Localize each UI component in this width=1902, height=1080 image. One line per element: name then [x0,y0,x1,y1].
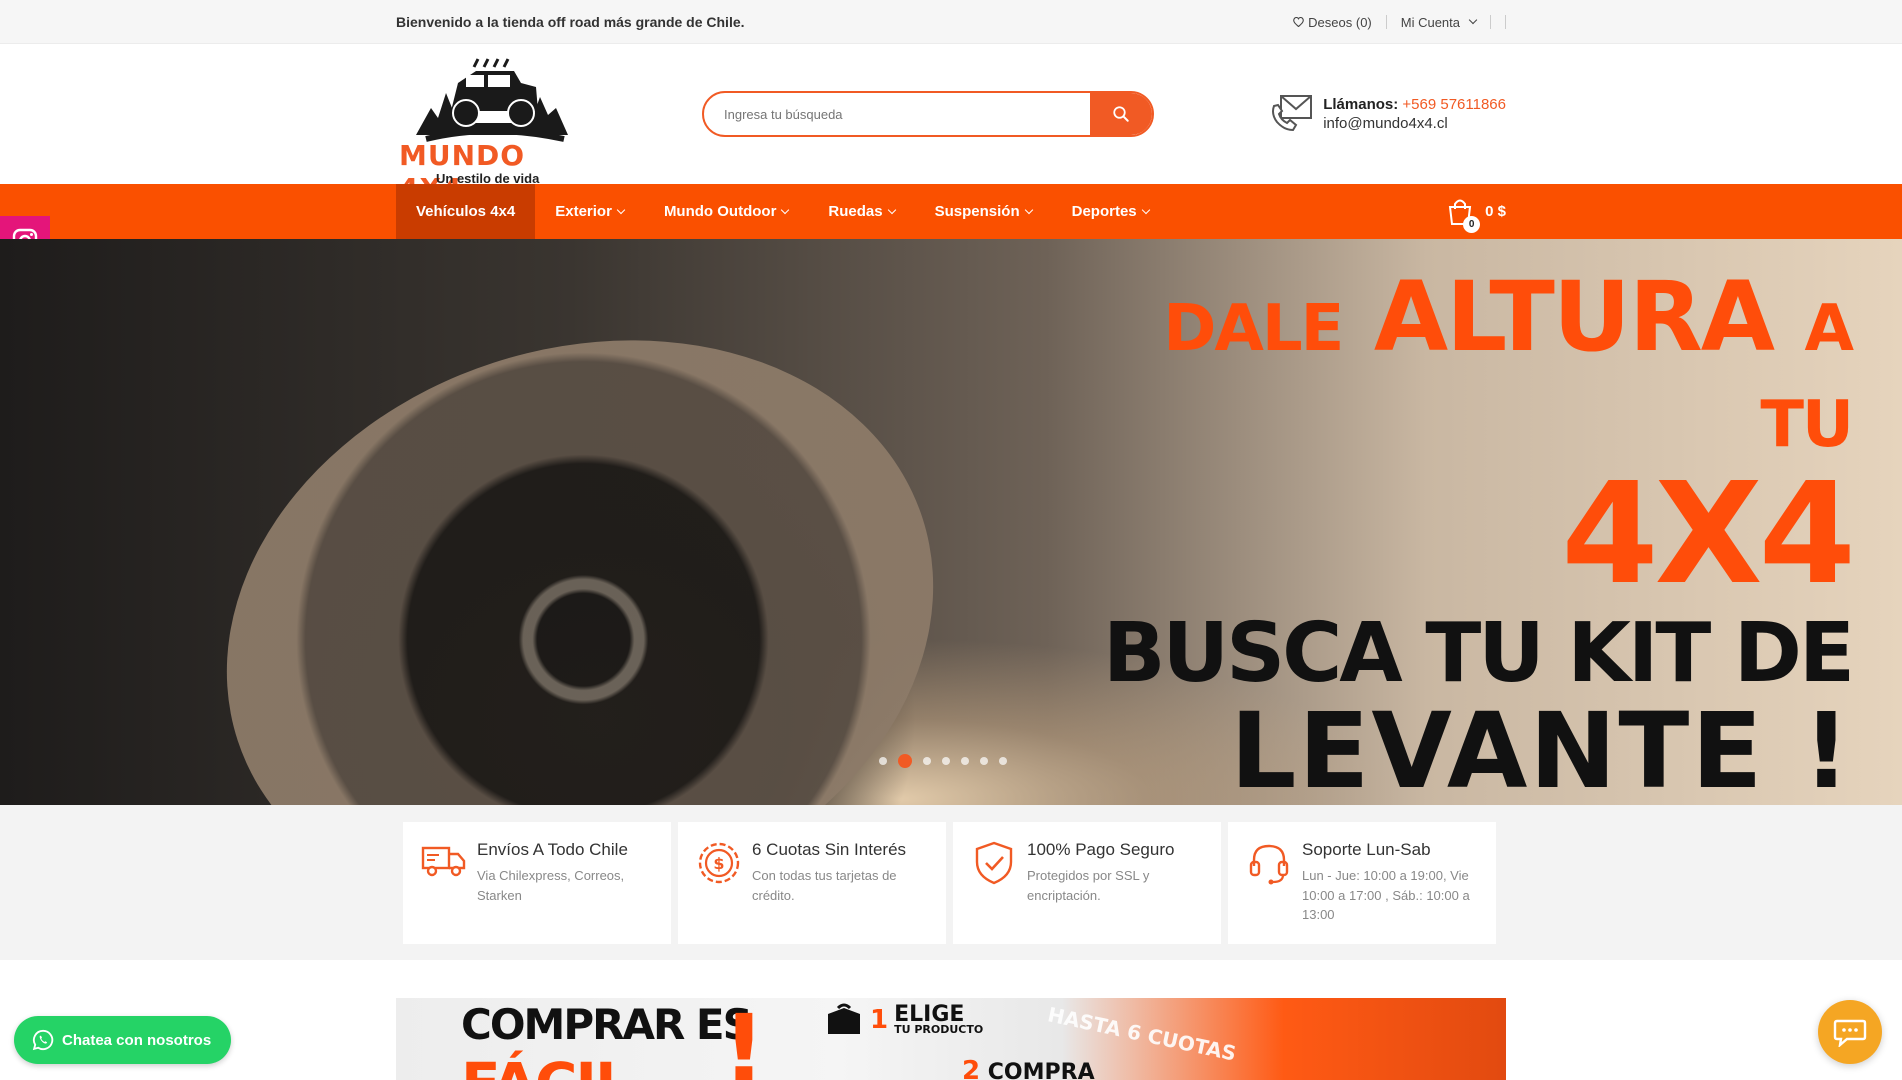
nav-item-exterior[interactable]: Exterior [535,184,644,239]
feature-title: Envíos A Todo Chile [477,840,628,859]
wishlist-label: Deseos (0) [1308,14,1372,30]
feature-installments: $ 6 Cuotas Sin Interés Con todas tus tar… [678,822,946,944]
banner-step1-num: 1 [870,1005,889,1035]
feature-secure-payment: 100% Pago Seguro Protegidos por SSL y en… [953,822,1221,944]
jeep-logo-icon [416,58,568,142]
banner-step2: 2 COMPRA [962,1056,1095,1080]
account-label: Mi Cuenta [1400,14,1460,30]
nav-label: Ruedas [828,203,883,220]
slider-dot-active[interactable] [898,754,912,768]
contact-label: Llámanos: [1323,96,1399,113]
chevron-down-icon [781,205,790,214]
nav-item-suspension[interactable]: Suspensión [915,184,1052,239]
svg-text:$: $ [713,854,724,873]
shield-check-icon [971,840,1017,928]
contact-info: Llámanos: +569 57611866 info@mundo4x4.cl [1271,92,1506,136]
nav-item-mundo-outdoor[interactable]: Mundo Outdoor [644,184,808,239]
cart-total: 0 $ [1485,203,1506,220]
nav-label: Exterior [555,203,612,220]
account-dropdown[interactable]: Mi Cuenta [1387,14,1491,30]
banner-step2-title: COMPRA [987,1060,1095,1080]
search-input[interactable] [704,93,1090,135]
chat-widget-button[interactable] [1818,1000,1882,1064]
slider-dot[interactable] [980,757,988,765]
slider-dot[interactable] [961,757,969,765]
hero-line3: BUSCA TU KIT DE [1102,606,1855,701]
hero-line2: 4X4 [1561,453,1856,616]
slider-dot[interactable] [923,757,931,765]
slider-dot[interactable] [942,757,950,765]
banner-exclamation: ! [722,998,766,1080]
truck-icon [421,840,467,928]
phone-envelope-icon [1271,92,1313,136]
banner-line1: COMPRAR ES [461,1000,753,1049]
slider-dot[interactable] [999,757,1007,765]
hero-line1-a: DALE [1163,292,1344,366]
banner-step2-num: 2 [962,1056,981,1080]
chevron-down-icon [1141,205,1150,214]
top-links: Deseos (0) Mi Cuenta [1279,14,1506,30]
feature-support: Soporte Lun-Sab Lun - Jue: 10:00 a 19:00… [1228,822,1496,944]
search-icon [1113,106,1129,122]
hero-tire-image [151,251,1009,805]
whatsapp-icon [32,1029,54,1051]
feature-desc: Lun - Jue: 10:00 a 19:00, Vie 10:00 a 17… [1302,868,1470,922]
feature-desc: Con todas tus tarjetas de crédito. [752,868,897,903]
heart-icon [1293,15,1304,30]
nav-item-vehiculos[interactable]: Vehículos 4x4 [396,184,536,239]
chevron-down-icon [1024,205,1033,214]
top-divider [1491,15,1506,29]
header: MUNDO 4X4 Un estilo de vida Llámanos: +5… [0,44,1902,205]
cart-count-badge: 0 [1463,215,1481,233]
banner-step1-sub: TU PRODUCTO [894,1022,984,1036]
chevron-down-icon [616,205,626,214]
hero-line1-b: ALTURA [1373,261,1775,373]
cart-button[interactable]: 0 0 $ [1447,198,1506,233]
nav-label: Deportes [1071,203,1137,220]
chat-bubble-icon [1833,1019,1867,1047]
hero-line1-c: A TU [1760,292,1854,462]
feature-title: Soporte Lun-Sab [1302,840,1431,859]
main-nav: Vehículos 4x4 Exterior Mundo Outdoor Rue… [0,184,1902,239]
slider-dots [879,754,1007,768]
nav-label: Vehículos 4x4 [416,203,516,220]
wishlist-link[interactable]: Deseos (0) [1279,14,1387,30]
banner-step1: 1 ELIGE TU PRODUCTO [824,1002,983,1038]
feature-desc: Protegidos por SSL y encriptación. [1027,868,1150,903]
contact-email[interactable]: info@mundo4x4.cl [1323,115,1506,132]
hero-headline: DALE ALTURA A TU 4X4 BUSCA TU KIT DE LEV… [1052,269,1856,805]
features-section: Envíos A Todo Chile Via Chilexpress, Cor… [0,805,1902,960]
feature-title: 100% Pago Seguro [1027,840,1175,859]
logo[interactable]: MUNDO 4X4 Un estilo de vida [396,53,586,205]
nav-item-ruedas[interactable]: Ruedas [808,184,914,239]
feature-desc: Via Chilexpress, Correos, Starken [477,868,625,903]
box-icon [828,1003,860,1034]
headset-icon [1246,840,1292,928]
chevron-down-icon [1468,15,1478,25]
hero-line4: LEVANTE ! [1230,690,1852,805]
whatsapp-label: Chatea con nosotros [62,1031,212,1049]
contact-phone[interactable]: +569 57611866 [1402,96,1506,113]
nav-item-deportes[interactable]: Deportes [1052,184,1169,239]
feature-title: 6 Cuotas Sin Interés [752,840,907,859]
coin-icon: $ [696,840,742,928]
top-bar: Bienvenido a la tienda off road más gran… [0,0,1902,44]
nav-label: Suspensión [934,203,1020,220]
search-button[interactable] [1090,93,1152,135]
chevron-down-icon [887,205,896,214]
welcome-text: Bienvenido a la tienda off road más gran… [396,14,745,30]
slider-dot[interactable] [879,757,887,765]
whatsapp-chat-button[interactable]: Chatea con nosotros [14,1016,232,1064]
hero-slider[interactable]: DALE ALTURA A TU 4X4 BUSCA TU KIT DE LEV… [0,239,1902,805]
nav-label: Mundo Outdoor [663,203,777,220]
banner-line2: FÁCIL [461,1050,632,1080]
search-bar [702,91,1154,137]
promo-banner[interactable]: COMPRAR ES FÁCIL ! 1 ELIGETU PRODUCTO HA… [396,998,1506,1080]
feature-shipping: Envíos A Todo Chile Via Chilexpress, Cor… [403,822,671,944]
